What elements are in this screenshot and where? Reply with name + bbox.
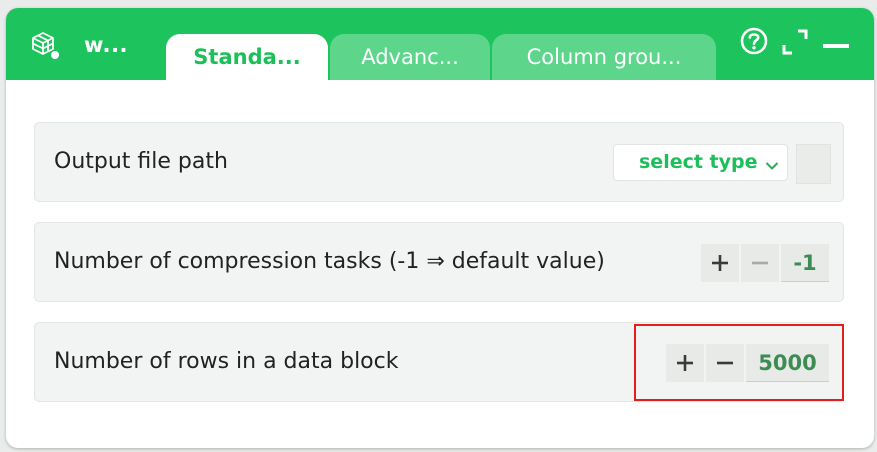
highlight-box bbox=[634, 324, 844, 401]
setting-row-compression-tasks: Number of compression tasks (-1 ⇒ defaul… bbox=[34, 222, 844, 302]
tab-column-grouping[interactable]: Column grou... bbox=[492, 34, 716, 80]
compression-tasks-stepper: -1 bbox=[701, 244, 829, 282]
minimize-icon[interactable] bbox=[823, 36, 849, 55]
increment-button[interactable] bbox=[701, 244, 739, 282]
select-type-label: select type bbox=[639, 151, 758, 173]
node-cube-icon bbox=[29, 30, 61, 62]
node-title[interactable]: w... bbox=[84, 33, 128, 57]
decrement-button[interactable] bbox=[741, 244, 779, 282]
tab-standard[interactable]: Standa... bbox=[166, 34, 328, 80]
tab-label: Advanc... bbox=[361, 45, 459, 69]
select-type-dropdown[interactable]: select type bbox=[613, 144, 788, 181]
setting-label: Number of rows in a data block bbox=[54, 349, 399, 374]
setting-label: Number of compression tasks (-1 ⇒ defaul… bbox=[54, 249, 605, 274]
path-value-button[interactable] bbox=[796, 144, 831, 184]
minus-icon bbox=[752, 261, 768, 265]
help-icon[interactable] bbox=[739, 26, 769, 60]
tab-advanced[interactable]: Advanc... bbox=[330, 34, 490, 80]
compression-tasks-input[interactable]: -1 bbox=[781, 244, 829, 282]
panel-header: w... Standa... Advanc... Column grou... bbox=[6, 8, 874, 80]
plus-icon bbox=[712, 255, 728, 271]
tab-label: Column grou... bbox=[526, 45, 682, 69]
setting-row-output-path: Output file path select type bbox=[34, 122, 844, 202]
expand-icon[interactable] bbox=[781, 28, 809, 60]
chevron-down-icon bbox=[765, 156, 779, 175]
tab-label: Standa... bbox=[193, 45, 301, 69]
setting-label: Output file path bbox=[54, 149, 228, 174]
